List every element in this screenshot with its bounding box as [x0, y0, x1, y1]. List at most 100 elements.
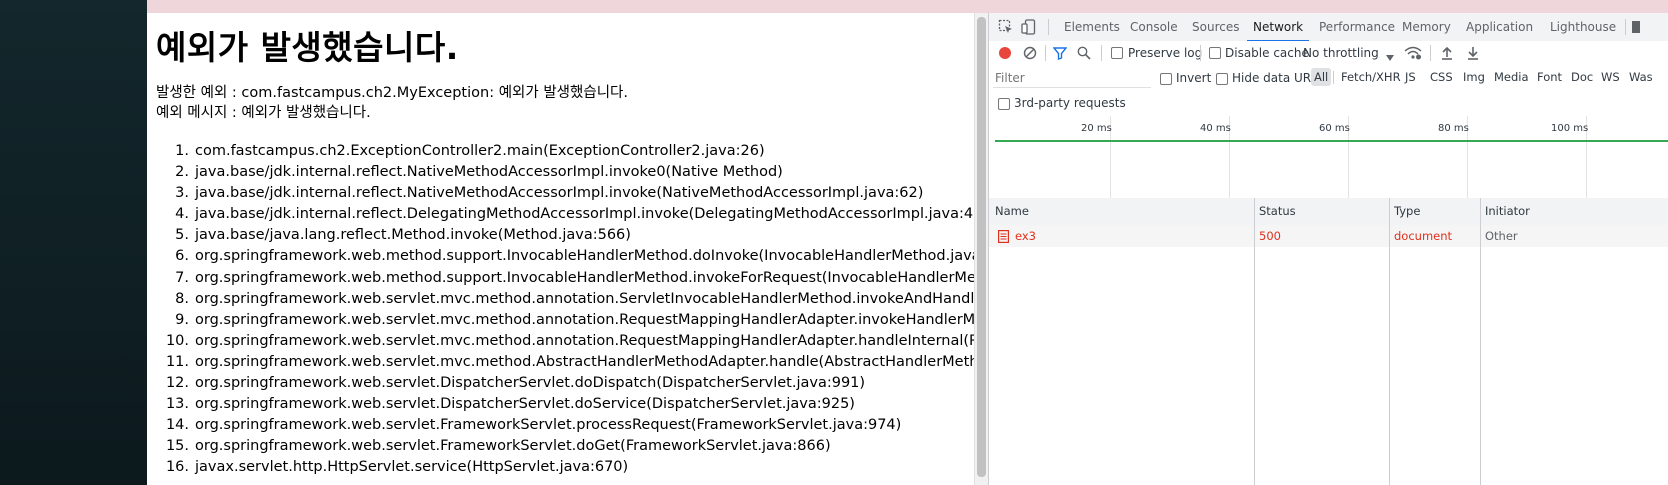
filter-type-wasm[interactable]: Was	[1629, 68, 1653, 86]
desktop-background	[0, 0, 147, 485]
toolbar-divider	[1045, 45, 1046, 61]
timeline-tick: 80 ms	[1438, 123, 1469, 134]
filter-type-css[interactable]: CSS	[1430, 68, 1453, 86]
filter-type-all[interactable]: All	[1311, 68, 1332, 86]
stack-frame-number: 10.	[165, 332, 189, 349]
filter-type-ws[interactable]: WS	[1601, 68, 1620, 86]
search-icon[interactable]	[1077, 46, 1091, 63]
request-table-header: Name Status Type Initiator	[989, 198, 1668, 226]
tab-network[interactable]: Network	[1246, 13, 1310, 42]
hide-data-urls-checkbox[interactable]	[1216, 73, 1228, 85]
timeline-tick: 60 ms	[1319, 123, 1350, 134]
request-type: document	[1394, 229, 1453, 243]
filter-bar: Invert Hide data URLs All Fetch/XHR JS C…	[989, 66, 1668, 92]
tab-performance[interactable]: Performance	[1319, 13, 1395, 41]
devtools-panel: Elements Console Sources Network Perform…	[988, 13, 1668, 485]
filter-type-js[interactable]: JS	[1405, 68, 1416, 86]
tab-memory[interactable]: Memory	[1402, 13, 1451, 41]
network-toolbar: Preserve log Disable cache No throttling	[989, 41, 1668, 67]
table-row[interactable]: ex3 500 document Other	[989, 225, 1668, 247]
stack-frame-text: java.base/jdk.internal.reflect.Delegatin…	[195, 206, 974, 223]
page-scrollbar[interactable]	[974, 13, 988, 485]
column-divider[interactable]	[1254, 198, 1255, 485]
network-conditions-icon[interactable]	[1404, 46, 1422, 63]
request-table-body: ex3 500 document Other	[989, 225, 1668, 485]
request-initiator: Other	[1485, 229, 1518, 243]
toolbar-divider	[1430, 45, 1431, 61]
preserve-log-checkbox[interactable]	[1111, 47, 1123, 59]
stack-frame-number: 6.	[175, 248, 189, 265]
invert-label: Invert	[1176, 71, 1212, 85]
request-name[interactable]: ex3	[1015, 225, 1036, 247]
column-divider[interactable]	[1389, 198, 1390, 485]
stack-frame-text: java.base/java.lang.reflect.Method.invok…	[195, 227, 631, 244]
filter-type-media[interactable]: Media	[1494, 68, 1529, 86]
toolbar-divider	[1101, 45, 1102, 61]
import-har-icon[interactable]	[1441, 46, 1453, 63]
timeline-overview[interactable]: 20 ms 40 ms 60 ms 80 ms 100 ms	[989, 116, 1668, 199]
tab-lighthouse[interactable]: Lighthouse	[1550, 13, 1616, 41]
stack-frame-text: org.springframework.web.servlet.Dispatch…	[195, 396, 855, 413]
stack-frame-text: org.springframework.web.method.support.I…	[195, 269, 974, 286]
filter-type-font[interactable]: Font	[1537, 68, 1562, 86]
filter-type-doc[interactable]: Doc	[1571, 68, 1593, 86]
invert-checkbox[interactable]	[1160, 73, 1172, 85]
filter-type-fetch-xhr[interactable]: Fetch/XHR	[1341, 68, 1401, 86]
request-status: 500	[1259, 229, 1281, 243]
stack-frame-text: org.springframework.web.servlet.mvc.meth…	[195, 353, 974, 370]
stack-frame-text: org.springframework.web.method.support.I…	[195, 248, 974, 265]
stack-frame-number: 11.	[165, 353, 189, 370]
timeline-request-bar	[995, 140, 1668, 142]
column-name[interactable]: Name	[995, 198, 1029, 225]
clear-icon[interactable]	[1023, 46, 1037, 63]
stack-frame-number: 13.	[165, 396, 189, 413]
page-scrollbar-thumb[interactable]	[977, 17, 986, 477]
exception-message-line: 예외 메시지 : 예외가 발생했습니다.	[156, 105, 371, 121]
stack-frame-number: 3.	[175, 185, 189, 202]
stack-frame-text: org.springframework.web.servlet.Framewor…	[195, 438, 831, 455]
filter-input[interactable]	[993, 69, 1151, 88]
device-toolbar-icon[interactable]	[1021, 19, 1039, 38]
preserve-log-label: Preserve log	[1128, 46, 1203, 60]
stack-frame-number: 7.	[175, 269, 189, 286]
stack-frame-text: org.springframework.web.servlet.Framewor…	[195, 417, 902, 434]
column-type[interactable]: Type	[1394, 198, 1420, 225]
stack-frame-number: 14.	[165, 417, 189, 434]
tab-application[interactable]: Application	[1466, 13, 1533, 41]
tab-elements[interactable]: Elements	[1064, 13, 1120, 41]
toolbar-divider	[1333, 71, 1334, 84]
stack-frame-number: 15.	[165, 438, 189, 455]
stack-frame-text: javax.servlet.http.HttpServlet.service(H…	[195, 459, 629, 476]
error-page: 예외가 발생했습니다. 발생한 예외 : com.fastcampus.ch2.…	[147, 13, 974, 485]
stack-frame-text: com.fastcampus.ch2.ExceptionController2.…	[195, 143, 765, 159]
third-party-checkbox[interactable]	[998, 98, 1010, 110]
inspect-element-icon[interactable]	[998, 19, 1014, 38]
filter-type-img[interactable]: Img	[1463, 68, 1485, 86]
stack-frame-number: 8.	[175, 290, 189, 307]
disable-cache-label: Disable cache	[1225, 46, 1309, 60]
toolbar-divider	[1048, 19, 1049, 35]
stack-frame-number: 12.	[165, 375, 189, 392]
column-initiator[interactable]: Initiator	[1485, 198, 1530, 225]
stack-frame-text: org.springframework.web.servlet.Dispatch…	[195, 375, 866, 392]
more-tabs-icon[interactable]	[1631, 19, 1641, 38]
throttling-select[interactable]: No throttling	[1303, 46, 1379, 60]
stack-frame-text: org.springframework.web.servlet.mvc.meth…	[195, 311, 974, 328]
tab-console[interactable]: Console	[1130, 13, 1178, 41]
stack-frame-number: 16.	[165, 459, 189, 476]
export-har-icon[interactable]	[1467, 46, 1479, 63]
stack-frame-number: 1.	[175, 143, 189, 159]
tab-sources[interactable]: Sources	[1192, 13, 1239, 41]
timeline-tick: 100 ms	[1551, 123, 1589, 134]
stack-frame-text: org.springframework.web.servlet.mvc.meth…	[195, 332, 974, 349]
record-icon[interactable]	[998, 46, 1012, 63]
disable-cache-checkbox[interactable]	[1209, 47, 1221, 59]
toolbar-divider	[1200, 45, 1201, 61]
stack-frame-text: org.springframework.web.servlet.mvc.meth…	[195, 290, 974, 307]
chevron-down-icon[interactable]	[1386, 50, 1394, 64]
timeline-tick: 40 ms	[1200, 123, 1231, 134]
column-status[interactable]: Status	[1259, 198, 1296, 225]
filter-icon[interactable]	[1052, 46, 1068, 63]
column-divider[interactable]	[1480, 198, 1481, 485]
third-party-bar: 3rd-party requests	[989, 92, 1668, 117]
